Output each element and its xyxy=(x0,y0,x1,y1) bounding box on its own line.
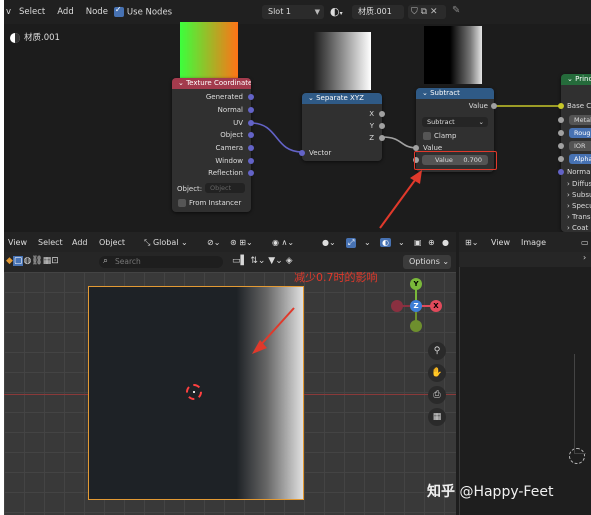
panel-divider xyxy=(459,267,460,515)
sidebar-toggle-icon[interactable]: › xyxy=(583,253,586,262)
image-editor: ⊞⌄ View Image ▭ › xyxy=(459,232,591,515)
annotation-text: 减少0.7时的影响 xyxy=(294,271,378,284)
image-bounds xyxy=(574,354,586,454)
menu-view[interactable]: View xyxy=(491,238,510,247)
watermark-site: 知乎 xyxy=(427,484,455,500)
new-image-icon[interactable]: ▭ xyxy=(581,238,589,247)
viewport-canvas[interactable]: Y X Z ⚲ ✋ ⎙ ▦ xyxy=(4,272,456,515)
blender-window: v Select Add Node Use Nodes Slot 1▼ ◐▾ 材… xyxy=(4,0,591,515)
annotation-arrow-down xyxy=(252,307,295,354)
image-editor-toolbar: › xyxy=(459,252,591,267)
watermark-author: @Happy-Feet xyxy=(459,484,554,500)
watermark: 知乎 @Happy-Feet xyxy=(427,481,553,501)
image-editor-header: ⊞⌄ View Image ▭ xyxy=(459,232,591,252)
menu-image[interactable]: Image xyxy=(521,238,546,247)
editor-type-icon[interactable]: ⊞⌄ xyxy=(465,238,478,247)
